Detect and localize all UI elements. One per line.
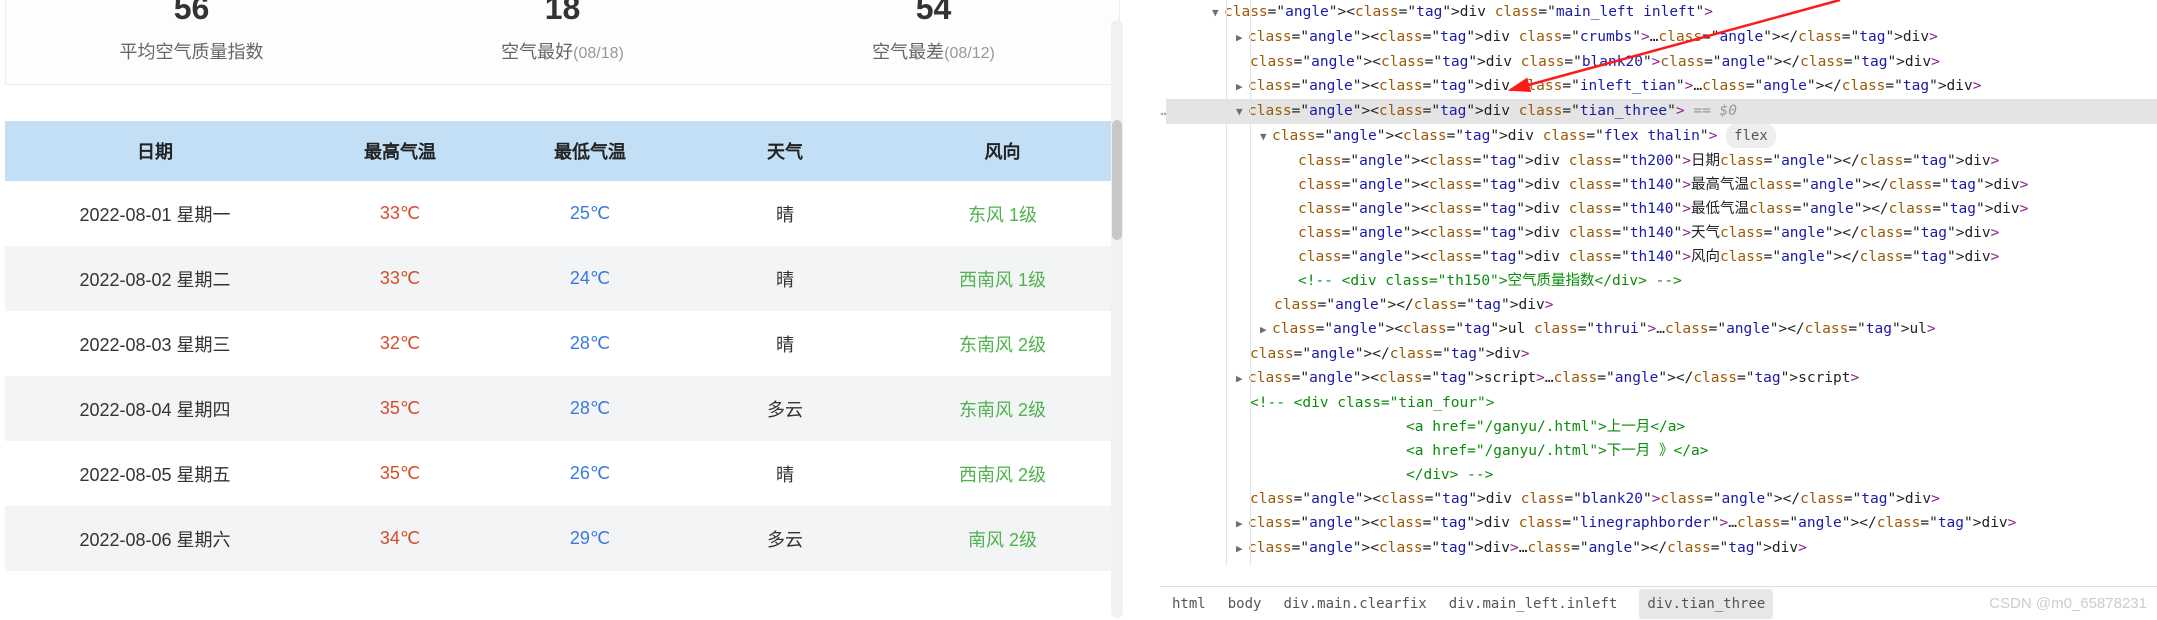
dom-node[interactable]: class="angle"><class="tag">div class="th… bbox=[1166, 149, 2157, 173]
dom-node[interactable]: ▼class="angle"><class="tag">div class="m… bbox=[1166, 0, 2157, 25]
cell-high: 35℃ bbox=[305, 398, 495, 419]
table-row[interactable]: 2022-08-04 星期四35℃28℃多云东南风 2级 bbox=[5, 376, 1120, 441]
cell-weather: 晴 bbox=[685, 201, 885, 227]
breadcrumb-item[interactable]: div.main.clearfix bbox=[1283, 592, 1426, 616]
stat-avg-aqi: 56 平均空气质量指数 bbox=[6, 0, 377, 84]
breadcrumb-item[interactable]: body bbox=[1228, 592, 1262, 616]
cell-weather: 多云 bbox=[685, 396, 885, 422]
cell-wind: 东风 1级 bbox=[885, 201, 1120, 227]
cell-high: 33℃ bbox=[305, 268, 495, 289]
cell-wind: 东南风 2级 bbox=[885, 396, 1120, 422]
stat-best-air: 18 空气最好(08/18) bbox=[377, 0, 748, 84]
table-body: 2022-08-01 星期一33℃25℃晴东风 1级2022-08-02 星期二… bbox=[5, 181, 1120, 571]
dom-node[interactable]: <a href="/ganyu/.html">下一月 》</a> bbox=[1166, 439, 2157, 463]
table-row[interactable]: 2022-08-06 星期六34℃29℃多云南风 2级 bbox=[5, 506, 1120, 571]
col-wind: 风向 bbox=[885, 138, 1120, 164]
cell-low: 29℃ bbox=[495, 528, 685, 549]
dom-node[interactable]: ▶class="angle"><class="tag">div>…class="… bbox=[1166, 536, 2157, 561]
cell-date: 2022-08-04 星期四 bbox=[5, 396, 305, 422]
dom-node[interactable]: class="angle"><class="tag">div class="th… bbox=[1166, 197, 2157, 221]
watermark: CSDN @m0_65878231 bbox=[1989, 595, 2147, 612]
dom-node[interactable]: ▶class="angle"><class="tag">script>…clas… bbox=[1166, 366, 2157, 391]
stat-value: 54 bbox=[748, 0, 1119, 24]
cell-wind: 西南风 2级 bbox=[885, 461, 1120, 487]
cell-low: 25℃ bbox=[495, 203, 685, 224]
col-low: 最低气温 bbox=[495, 138, 685, 164]
cell-low: 24℃ bbox=[495, 268, 685, 289]
dom-node[interactable]: ▶class="angle"><class="tag">div class="c… bbox=[1166, 25, 2157, 50]
table-row[interactable]: 2022-08-02 星期二33℃24℃晴西南风 1级 bbox=[5, 246, 1120, 311]
dom-node[interactable]: ▶class="angle"><class="tag">div class="l… bbox=[1166, 511, 2157, 536]
weather-panel: 56 平均空气质量指数 18 空气最好(08/18) 54 空气最差(08/12… bbox=[5, 0, 1135, 620]
cell-high: 35℃ bbox=[305, 463, 495, 484]
cell-low: 28℃ bbox=[495, 398, 685, 419]
dom-node[interactable]: class="angle"><class="tag">div class="bl… bbox=[1166, 487, 2157, 511]
cell-date: 2022-08-01 星期一 bbox=[5, 201, 305, 227]
dom-node[interactable]: ▶class="angle"><class="tag">div class="t… bbox=[1166, 561, 2157, 565]
table-row[interactable]: 2022-08-01 星期一33℃25℃晴东风 1级 bbox=[5, 181, 1120, 246]
table-row[interactable]: 2022-08-03 星期三32℃28℃晴东南风 2级 bbox=[5, 311, 1120, 376]
stat-value: 56 bbox=[6, 0, 377, 24]
cell-high: 34℃ bbox=[305, 528, 495, 549]
dom-node[interactable]: <a href="/ganyu/.html">上一月</a> bbox=[1166, 415, 2157, 439]
dom-node[interactable]: ▶class="angle"><class="tag">ul class="th… bbox=[1166, 317, 2157, 342]
cell-low: 26℃ bbox=[495, 463, 685, 484]
dom-node[interactable]: class="angle"></class="tag">div> bbox=[1166, 342, 2157, 366]
breadcrumb-item[interactable]: div.main_left.inleft bbox=[1449, 592, 1618, 616]
cell-date: 2022-08-02 星期二 bbox=[5, 266, 305, 292]
cell-weather: 多云 bbox=[685, 526, 885, 552]
table-header-row: 日期 最高气温 最低气温 天气 风向 bbox=[5, 121, 1120, 181]
dom-node[interactable]: class="angle"><class="tag">div class="th… bbox=[1166, 245, 2157, 269]
cell-date: 2022-08-05 星期五 bbox=[5, 461, 305, 487]
col-high: 最高气温 bbox=[305, 138, 495, 164]
dom-node[interactable]: class="angle"><class="tag">div class="th… bbox=[1166, 221, 2157, 245]
stats-row: 56 平均空气质量指数 18 空气最好(08/18) 54 空气最差(08/12… bbox=[5, 0, 1120, 85]
dom-node[interactable]: …▼class="angle"><class="tag">div class="… bbox=[1166, 99, 2157, 124]
breadcrumb-item[interactable]: div.tian_three bbox=[1639, 589, 1773, 619]
dom-node[interactable]: class="angle"><class="tag">div class="bl… bbox=[1166, 50, 2157, 74]
cell-wind: 南风 2级 bbox=[885, 526, 1120, 552]
stat-label: 空气最好(08/18) bbox=[377, 38, 748, 64]
weather-table: 日期 最高气温 最低气温 天气 风向 2022-08-01 星期一33℃25℃晴… bbox=[5, 121, 1120, 571]
dom-node[interactable]: ▼class="angle"><class="tag">div class="f… bbox=[1166, 124, 2157, 149]
cell-date: 2022-08-06 星期六 bbox=[5, 526, 305, 552]
stat-worst-air: 54 空气最差(08/12) bbox=[748, 0, 1119, 84]
cell-wind: 西南风 1级 bbox=[885, 266, 1120, 292]
cell-weather: 晴 bbox=[685, 331, 885, 357]
dom-node[interactable]: <!-- <div class="th150">空气质量指数</div> --> bbox=[1166, 269, 2157, 293]
stat-label: 平均空气质量指数 bbox=[6, 38, 377, 64]
dom-node[interactable]: ▶class="angle"><class="tag">div class="i… bbox=[1166, 74, 2157, 99]
col-weather: 天气 bbox=[685, 138, 885, 164]
dom-tree[interactable]: ▼class="angle"><class="tag">div class="m… bbox=[1160, 0, 2157, 565]
cell-weather: 晴 bbox=[685, 461, 885, 487]
cell-date: 2022-08-03 星期三 bbox=[5, 331, 305, 357]
cell-wind: 东南风 2级 bbox=[885, 331, 1120, 357]
dom-node[interactable]: <!-- <div class="tian_four"> bbox=[1166, 391, 2157, 415]
dom-node[interactable]: </div> --> bbox=[1166, 463, 2157, 487]
cell-high: 32℃ bbox=[305, 333, 495, 354]
devtools-panel: ▼class="angle"><class="tag">div class="m… bbox=[1160, 0, 2157, 620]
table-row[interactable]: 2022-08-05 星期五35℃26℃晴西南风 2级 bbox=[5, 441, 1120, 506]
breadcrumb-item[interactable]: html bbox=[1172, 592, 1206, 616]
cell-high: 33℃ bbox=[305, 203, 495, 224]
col-date: 日期 bbox=[5, 138, 305, 164]
stat-value: 18 bbox=[377, 0, 748, 24]
cell-low: 28℃ bbox=[495, 333, 685, 354]
vertical-scrollbar[interactable] bbox=[1111, 20, 1123, 618]
cell-weather: 晴 bbox=[685, 266, 885, 292]
dom-node[interactable]: class="angle"><class="tag">div class="th… bbox=[1166, 173, 2157, 197]
scrollbar-thumb[interactable] bbox=[1112, 120, 1122, 240]
dom-node[interactable]: class="angle"></class="tag">div> bbox=[1166, 293, 2157, 317]
stat-label: 空气最差(08/12) bbox=[748, 38, 1119, 64]
